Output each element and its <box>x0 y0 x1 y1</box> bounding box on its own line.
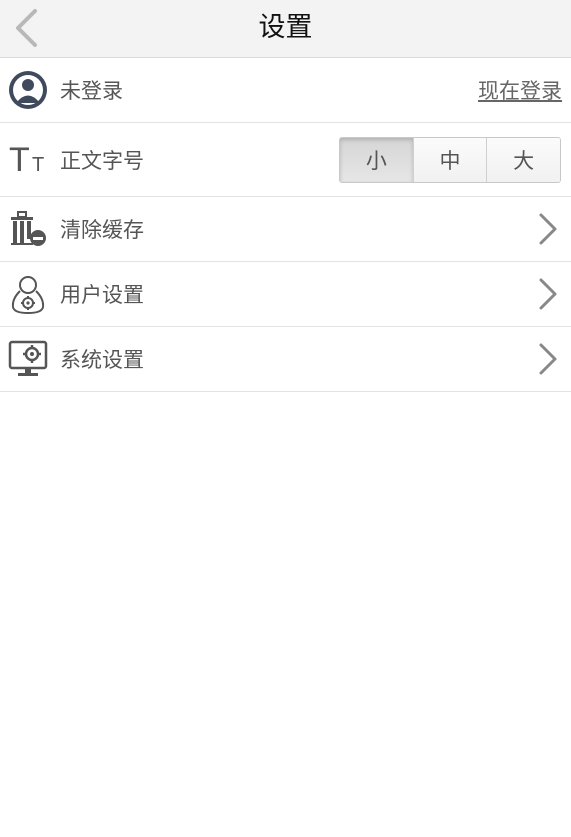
chevron-right-icon <box>537 342 559 376</box>
clear-cache-row[interactable]: 清除缓存 <box>0 197 571 262</box>
system-settings-row[interactable]: 系统设置 <box>0 327 571 392</box>
nav-bar: 设置 <box>0 0 571 58</box>
text-size-icon: T T <box>7 139 53 181</box>
trash-icon <box>7 208 49 250</box>
font-size-row: T T 正文字号 小 中 大 <box>0 123 571 197</box>
system-settings-label: 系统设置 <box>60 348 144 372</box>
page-title: 设置 <box>258 12 313 43</box>
monitor-settings-icon <box>7 338 49 380</box>
user-settings-label: 用户设置 <box>60 283 144 307</box>
font-size-medium-option[interactable]: 中 <box>412 138 487 182</box>
user-settings-icon <box>7 273 49 315</box>
login-status: 未登录 <box>60 79 123 103</box>
font-size-small-option[interactable]: 小 <box>340 138 413 182</box>
login-now-link[interactable]: 现在登录 <box>478 75 562 105</box>
user-settings-row[interactable]: 用户设置 <box>0 262 571 327</box>
font-size-label: 正文字号 <box>60 148 144 173</box>
user-avatar-icon <box>7 69 49 111</box>
chevron-right-icon <box>537 277 559 311</box>
clear-cache-label: 清除缓存 <box>60 218 144 242</box>
login-row: 未登录 现在登录 <box>0 58 571 123</box>
chevron-right-icon <box>537 212 559 246</box>
svg-text:T: T <box>32 154 44 176</box>
font-size-segmented-control: 小 中 大 <box>339 137 561 183</box>
svg-text:T: T <box>9 141 30 179</box>
font-size-large-option[interactable]: 大 <box>486 138 560 182</box>
